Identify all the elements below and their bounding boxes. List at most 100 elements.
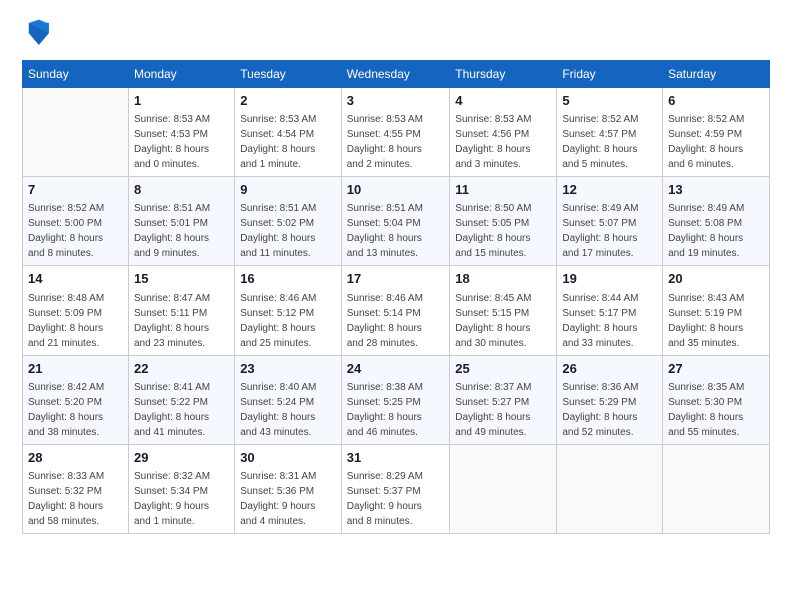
day-number: 26 bbox=[562, 360, 657, 378]
weekday-header-thursday: Thursday bbox=[450, 61, 557, 88]
day-number: 16 bbox=[240, 270, 336, 288]
week-row-4: 21 Sunrise: 8:42 AMSunset: 5:20 PMDayligh… bbox=[23, 355, 770, 444]
sunrise-text: Sunrise: 8:47 AM bbox=[134, 291, 229, 306]
day-info: Sunrise: 8:37 AMSunset: 5:27 PMDaylight:… bbox=[455, 380, 551, 440]
day-cell: 11 Sunrise: 8:50 AMSunset: 5:05 PMDayligh… bbox=[450, 177, 557, 266]
day-cell: 8Sunrise: 8:51 AMSunset: 5:01 PMDaylight… bbox=[128, 177, 234, 266]
day-info: Sunrise: 8:53 AMSunset: 4:54 PMDaylight:… bbox=[240, 112, 336, 172]
daylight-text-2: and 41 minutes. bbox=[134, 425, 229, 440]
day-info: Sunrise: 8:49 AMSunset: 5:07 PMDaylight:… bbox=[562, 201, 657, 261]
header bbox=[22, 18, 770, 50]
daylight-text-2: and 6 minutes. bbox=[668, 157, 764, 172]
daylight-text: Daylight: 8 hours bbox=[562, 410, 657, 425]
sunset-text: Sunset: 5:25 PM bbox=[347, 395, 445, 410]
day-number: 30 bbox=[240, 449, 336, 467]
daylight-text: Daylight: 8 hours bbox=[668, 231, 764, 246]
day-number: 23 bbox=[240, 360, 336, 378]
day-info: Sunrise: 8:42 AMSunset: 5:20 PMDaylight:… bbox=[28, 380, 123, 440]
sunset-text: Sunset: 5:00 PM bbox=[28, 216, 123, 231]
day-number: 21 bbox=[28, 360, 123, 378]
day-cell: 16Sunrise: 8:46 AMSunset: 5:12 PMDayligh… bbox=[235, 266, 342, 355]
day-cell bbox=[557, 444, 663, 533]
daylight-text-2: and 21 minutes. bbox=[28, 336, 123, 351]
day-info: Sunrise: 8:35 AMSunset: 5:30 PMDaylight:… bbox=[668, 380, 764, 440]
day-info: Sunrise: 8:53 AMSunset: 4:53 PMDaylight:… bbox=[134, 112, 229, 172]
sunrise-text: Sunrise: 8:45 AM bbox=[455, 291, 551, 306]
weekday-header-wednesday: Wednesday bbox=[341, 61, 450, 88]
day-info: Sunrise: 8:47 AMSunset: 5:11 PMDaylight:… bbox=[134, 291, 229, 351]
daylight-text-2: and 35 minutes. bbox=[668, 336, 764, 351]
daylight-text: Daylight: 8 hours bbox=[240, 231, 336, 246]
day-number: 1 bbox=[134, 92, 229, 110]
sunset-text: Sunset: 5:24 PM bbox=[240, 395, 336, 410]
day-cell: 9Sunrise: 8:51 AMSunset: 5:02 PMDaylight… bbox=[235, 177, 342, 266]
sunset-text: Sunset: 5:11 PM bbox=[134, 306, 229, 321]
day-number: 12 bbox=[562, 181, 657, 199]
weekday-header-row: SundayMondayTuesdayWednesdayThursdayFrid… bbox=[23, 61, 770, 88]
sunrise-text: Sunrise: 8:52 AM bbox=[562, 112, 657, 127]
day-info: Sunrise: 8:50 AMSunset: 5:05 PMDaylight:… bbox=[455, 201, 551, 261]
sunrise-text: Sunrise: 8:52 AM bbox=[28, 201, 123, 216]
day-cell: 14Sunrise: 8:48 AMSunset: 5:09 PMDayligh… bbox=[23, 266, 129, 355]
day-cell: 6Sunrise: 8:52 AMSunset: 4:59 PMDaylight… bbox=[663, 88, 770, 177]
weekday-header-friday: Friday bbox=[557, 61, 663, 88]
day-cell: 20Sunrise: 8:43 AMSunset: 5:19 PMDayligh… bbox=[663, 266, 770, 355]
day-number: 31 bbox=[347, 449, 445, 467]
sunset-text: Sunset: 5:05 PM bbox=[455, 216, 551, 231]
day-cell: 3Sunrise: 8:53 AMSunset: 4:55 PMDaylight… bbox=[341, 88, 450, 177]
calendar-table: SundayMondayTuesdayWednesdayThursdayFrid… bbox=[22, 60, 770, 534]
sunrise-text: Sunrise: 8:40 AM bbox=[240, 380, 336, 395]
daylight-text: Daylight: 8 hours bbox=[134, 142, 229, 157]
day-cell: 27Sunrise: 8:35 AMSunset: 5:30 PMDayligh… bbox=[663, 355, 770, 444]
sunset-text: Sunset: 5:20 PM bbox=[28, 395, 123, 410]
daylight-text-2: and 1 minute. bbox=[134, 514, 229, 529]
day-info: Sunrise: 8:52 AMSunset: 5:00 PMDaylight:… bbox=[28, 201, 123, 261]
sunrise-text: Sunrise: 8:49 AM bbox=[668, 201, 764, 216]
day-info: Sunrise: 8:33 AMSunset: 5:32 PMDaylight:… bbox=[28, 469, 123, 529]
page: SundayMondayTuesdayWednesdayThursdayFrid… bbox=[0, 0, 792, 612]
daylight-text-2: and 2 minutes. bbox=[347, 157, 445, 172]
day-info: Sunrise: 8:38 AMSunset: 5:25 PMDaylight:… bbox=[347, 380, 445, 440]
day-info: Sunrise: 8:48 AMSunset: 5:09 PMDaylight:… bbox=[28, 291, 123, 351]
daylight-text-2: and 58 minutes. bbox=[28, 514, 123, 529]
day-number: 29 bbox=[134, 449, 229, 467]
day-cell: 10Sunrise: 8:51 AMSunset: 5:04 PMDayligh… bbox=[341, 177, 450, 266]
daylight-text: Daylight: 8 hours bbox=[28, 410, 123, 425]
day-number: 9 bbox=[240, 181, 336, 199]
week-row-2: 7Sunrise: 8:52 AMSunset: 5:00 PMDaylight… bbox=[23, 177, 770, 266]
day-number: 11 bbox=[455, 181, 551, 199]
day-number: 18 bbox=[455, 270, 551, 288]
daylight-text-2: and 52 minutes. bbox=[562, 425, 657, 440]
daylight-text: Daylight: 8 hours bbox=[562, 231, 657, 246]
daylight-text: Daylight: 9 hours bbox=[134, 499, 229, 514]
sunset-text: Sunset: 5:19 PM bbox=[668, 306, 764, 321]
daylight-text: Daylight: 8 hours bbox=[455, 142, 551, 157]
week-row-5: 28Sunrise: 8:33 AMSunset: 5:32 PMDayligh… bbox=[23, 444, 770, 533]
day-cell: 29Sunrise: 8:32 AMSunset: 5:34 PMDayligh… bbox=[128, 444, 234, 533]
sunrise-text: Sunrise: 8:52 AM bbox=[668, 112, 764, 127]
daylight-text: Daylight: 8 hours bbox=[347, 321, 445, 336]
day-cell: 7Sunrise: 8:52 AMSunset: 5:00 PMDaylight… bbox=[23, 177, 129, 266]
daylight-text-2: and 15 minutes. bbox=[455, 246, 551, 261]
day-number: 25 bbox=[455, 360, 551, 378]
sunset-text: Sunset: 5:32 PM bbox=[28, 484, 123, 499]
day-number: 20 bbox=[668, 270, 764, 288]
day-number: 5 bbox=[562, 92, 657, 110]
daylight-text-2: and 17 minutes. bbox=[562, 246, 657, 261]
day-cell bbox=[450, 444, 557, 533]
daylight-text-2: and 8 minutes. bbox=[28, 246, 123, 261]
sunrise-text: Sunrise: 8:51 AM bbox=[347, 201, 445, 216]
daylight-text: Daylight: 8 hours bbox=[28, 499, 123, 514]
sunrise-text: Sunrise: 8:44 AM bbox=[562, 291, 657, 306]
day-cell: 12 Sunrise: 8:49 AMSunset: 5:07 PMDayligh… bbox=[557, 177, 663, 266]
sunrise-text: Sunrise: 8:33 AM bbox=[28, 469, 123, 484]
daylight-text-2: and 49 minutes. bbox=[455, 425, 551, 440]
day-number: 28 bbox=[28, 449, 123, 467]
day-info: Sunrise: 8:51 AMSunset: 5:01 PMDaylight:… bbox=[134, 201, 229, 261]
sunrise-text: Sunrise: 8:51 AM bbox=[240, 201, 336, 216]
sunset-text: Sunset: 5:12 PM bbox=[240, 306, 336, 321]
logo-icon bbox=[22, 18, 54, 50]
daylight-text-2: and 46 minutes. bbox=[347, 425, 445, 440]
day-number: 4 bbox=[455, 92, 551, 110]
sunset-text: Sunset: 4:54 PM bbox=[240, 127, 336, 142]
